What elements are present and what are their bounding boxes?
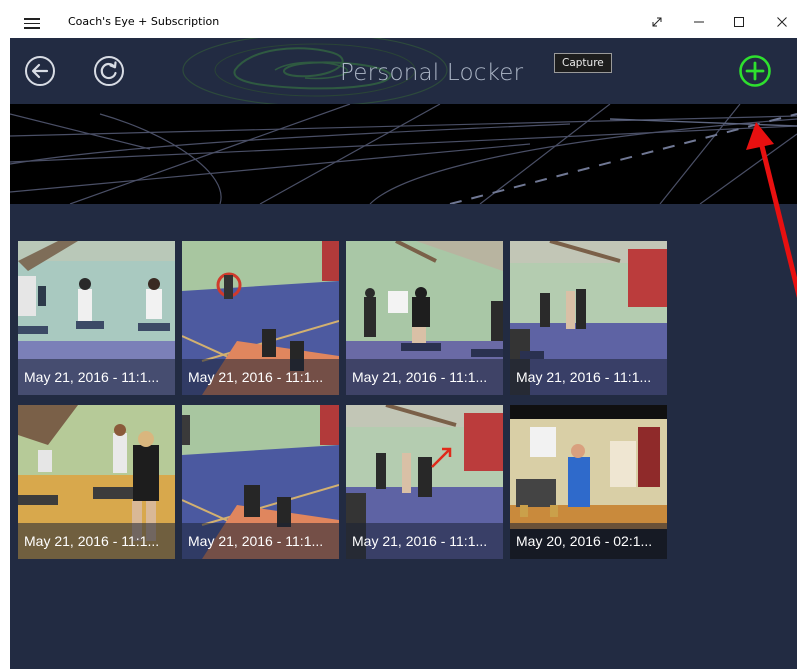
screen-margin-left xyxy=(0,0,10,669)
video-date: May 21, 2016 - 11:1... xyxy=(352,533,488,549)
court-banner xyxy=(10,104,797,204)
video-caption: May 21, 2016 - 11:1... xyxy=(18,359,175,395)
app-window: Coach's Eye + Subscription Personal Lock… xyxy=(10,8,797,669)
video-caption: May 21, 2016 - 11:1... xyxy=(346,359,503,395)
add-capture-button[interactable] xyxy=(739,55,771,87)
video-tile[interactable]: May 21, 2016 - 11:1... xyxy=(182,241,339,395)
video-caption: May 21, 2016 - 11:1... xyxy=(18,523,175,559)
maximize-icon[interactable] xyxy=(722,11,756,33)
video-tile[interactable]: May 21, 2016 - 11:1... xyxy=(182,405,339,559)
add-plus-icon xyxy=(739,55,771,87)
video-tile[interactable]: May 21, 2016 - 11:1... xyxy=(346,405,503,559)
capture-tooltip: Capture xyxy=(554,53,612,73)
close-icon[interactable] xyxy=(765,11,797,33)
video-caption: May 21, 2016 - 11:1... xyxy=(510,359,667,395)
video-tile[interactable]: May 21, 2016 - 11:1... xyxy=(510,241,667,395)
video-date: May 21, 2016 - 11:1... xyxy=(516,369,652,385)
video-date: May 21, 2016 - 11:1... xyxy=(24,369,160,385)
video-tile[interactable]: May 20, 2016 - 02:1... xyxy=(510,405,667,559)
refresh-icon xyxy=(94,56,124,86)
expand-icon[interactable] xyxy=(640,11,674,33)
video-tile[interactable]: May 21, 2016 - 11:1... xyxy=(346,241,503,395)
video-date: May 21, 2016 - 11:1... xyxy=(188,533,324,549)
video-date: May 21, 2016 - 11:1... xyxy=(24,533,160,549)
court-lines-graphic xyxy=(10,104,797,204)
hamburger-menu-icon[interactable] xyxy=(24,15,40,31)
page-title: Personal Locker xyxy=(340,60,524,86)
video-date: May 20, 2016 - 02:1... xyxy=(516,533,653,549)
refresh-button[interactable] xyxy=(93,55,125,87)
app-header: Personal Locker Capture xyxy=(10,38,797,104)
minimize-icon[interactable] xyxy=(682,11,716,33)
window-title: Coach's Eye + Subscription xyxy=(68,15,220,28)
video-tile[interactable]: May 21, 2016 - 11:1... xyxy=(18,405,175,559)
video-caption: May 20, 2016 - 02:1... xyxy=(510,523,667,559)
video-caption: May 21, 2016 - 11:1... xyxy=(182,359,339,395)
video-caption: May 21, 2016 - 11:1... xyxy=(182,523,339,559)
video-date: May 21, 2016 - 11:1... xyxy=(188,369,324,385)
back-arrow-icon xyxy=(25,56,55,86)
video-caption: May 21, 2016 - 11:1... xyxy=(346,523,503,559)
annotation-arrow-icon xyxy=(746,122,797,299)
video-tile[interactable]: May 21, 2016 - 11:1... xyxy=(18,241,175,395)
title-bar: Coach's Eye + Subscription xyxy=(10,8,797,38)
screen-margin-top xyxy=(0,0,797,8)
video-date: May 21, 2016 - 11:1... xyxy=(352,369,488,385)
back-button[interactable] xyxy=(24,55,56,87)
